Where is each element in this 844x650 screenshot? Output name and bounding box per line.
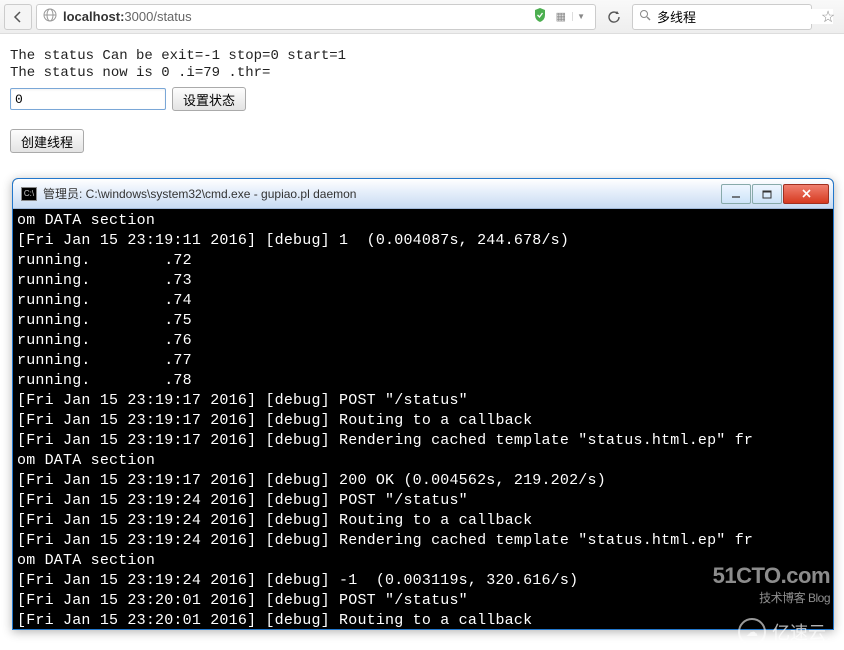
- browser-toolbar: localhost:3000/status ▦ ▼ ☆: [0, 0, 844, 34]
- console-title: 管理员: C:\windows\system32\cmd.exe - gupia…: [43, 185, 714, 202]
- close-button[interactable]: [783, 184, 829, 204]
- bookmark-star-icon[interactable]: ☆: [816, 7, 840, 27]
- globe-icon: [43, 8, 57, 25]
- url-host: localhost:3000/status: [63, 9, 192, 24]
- console-titlebar[interactable]: C:\ 管理员: C:\windows\system32\cmd.exe - g…: [13, 179, 833, 209]
- qr-icon[interactable]: ▦: [556, 10, 566, 23]
- cmd-icon: C:\: [21, 187, 37, 201]
- status-current-text: The status now is 0 .i=79 .thr=: [10, 65, 834, 81]
- console-output: om DATA section [Fri Jan 15 23:19:11 201…: [13, 209, 833, 629]
- url-bar[interactable]: localhost:3000/status ▦ ▼: [36, 4, 596, 30]
- status-legend-text: The status Can be exit=-1 stop=0 start=1: [10, 48, 834, 64]
- page-content: The status Can be exit=-1 stop=0 start=1…: [0, 34, 844, 167]
- search-input[interactable]: [657, 9, 833, 24]
- maximize-button[interactable]: [752, 184, 782, 204]
- url-dropdown-icon[interactable]: ▼: [572, 12, 589, 21]
- shield-icon: [534, 8, 546, 25]
- back-button[interactable]: [4, 4, 32, 30]
- console-window: C:\ 管理员: C:\windows\system32\cmd.exe - g…: [12, 178, 834, 630]
- status-input[interactable]: [10, 88, 166, 110]
- minimize-button[interactable]: [721, 184, 751, 204]
- search-bar[interactable]: [632, 4, 812, 30]
- search-icon: [639, 9, 651, 24]
- create-thread-button[interactable]: 创建线程: [10, 129, 84, 153]
- set-status-button[interactable]: 设置状态: [172, 87, 246, 111]
- refresh-button[interactable]: [600, 4, 628, 30]
